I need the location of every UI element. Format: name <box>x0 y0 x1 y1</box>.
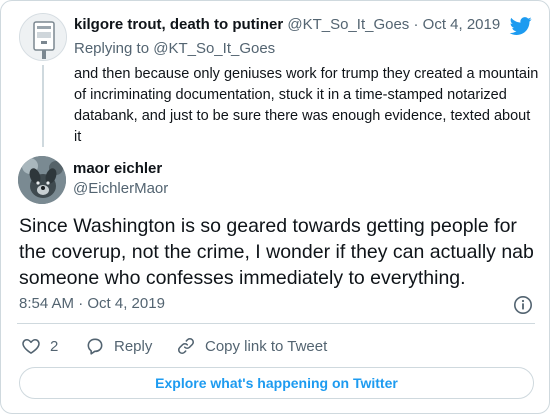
tweet-timestamp[interactable]: 8:54 AM · Oct 4, 2019 <box>19 295 165 313</box>
tweet-embed-card: kilgore trout, death to putiner @KT_So_I… <box>0 0 550 414</box>
replying-to-prefix: Replying to <box>74 40 150 57</box>
like-button[interactable]: 2 <box>21 335 58 357</box>
parent-author-handle[interactable]: @KT_So_It_Goes <box>287 16 409 33</box>
explore-label: Explore what's happening on Twitter <box>155 375 398 391</box>
parent-date[interactable]: Oct 4, 2019 <box>423 16 501 33</box>
parent-author-name[interactable]: kilgore trout, death to putiner <box>74 16 283 33</box>
dog-avatar-image <box>18 156 66 204</box>
divider <box>17 323 535 324</box>
reply-label: Reply <box>114 337 153 355</box>
reply-button[interactable]: Reply <box>85 335 152 357</box>
copy-link-label: Copy link to Tweet <box>205 337 328 355</box>
author-handle[interactable]: @EichlerMaor <box>73 180 168 198</box>
info-icon[interactable] <box>513 295 533 315</box>
parent-tweet[interactable]: kilgore trout, death to putiner @KT_So_I… <box>1 1 549 147</box>
tweet-text: Since Washington is so geared towards ge… <box>19 215 534 289</box>
heart-icon <box>22 338 40 354</box>
author-avatar[interactable] <box>18 156 66 204</box>
like-count: 2 <box>50 337 59 355</box>
parent-header: kilgore trout, death to putiner @KT_So_I… <box>74 16 500 34</box>
link-icon <box>178 338 194 354</box>
parent-separator: · <box>413 16 419 33</box>
parent-tweet-text: and then because only geniuses work for … <box>74 66 539 145</box>
replying-to-handle[interactable]: @KT_So_It_Goes <box>153 40 275 57</box>
author-name[interactable]: maor eichler <box>73 160 162 178</box>
mailbox-icon <box>20 14 66 60</box>
thread-line <box>42 65 44 147</box>
copy-link-button[interactable]: Copy link to Tweet <box>176 335 327 357</box>
twitter-bird-icon[interactable] <box>508 15 534 37</box>
speech-bubble-icon <box>87 338 103 355</box>
explore-twitter-button[interactable]: Explore what's happening on Twitter <box>19 367 534 399</box>
replying-to: Replying to @KT_So_It_Goes <box>74 40 275 58</box>
parent-avatar[interactable] <box>19 13 67 61</box>
